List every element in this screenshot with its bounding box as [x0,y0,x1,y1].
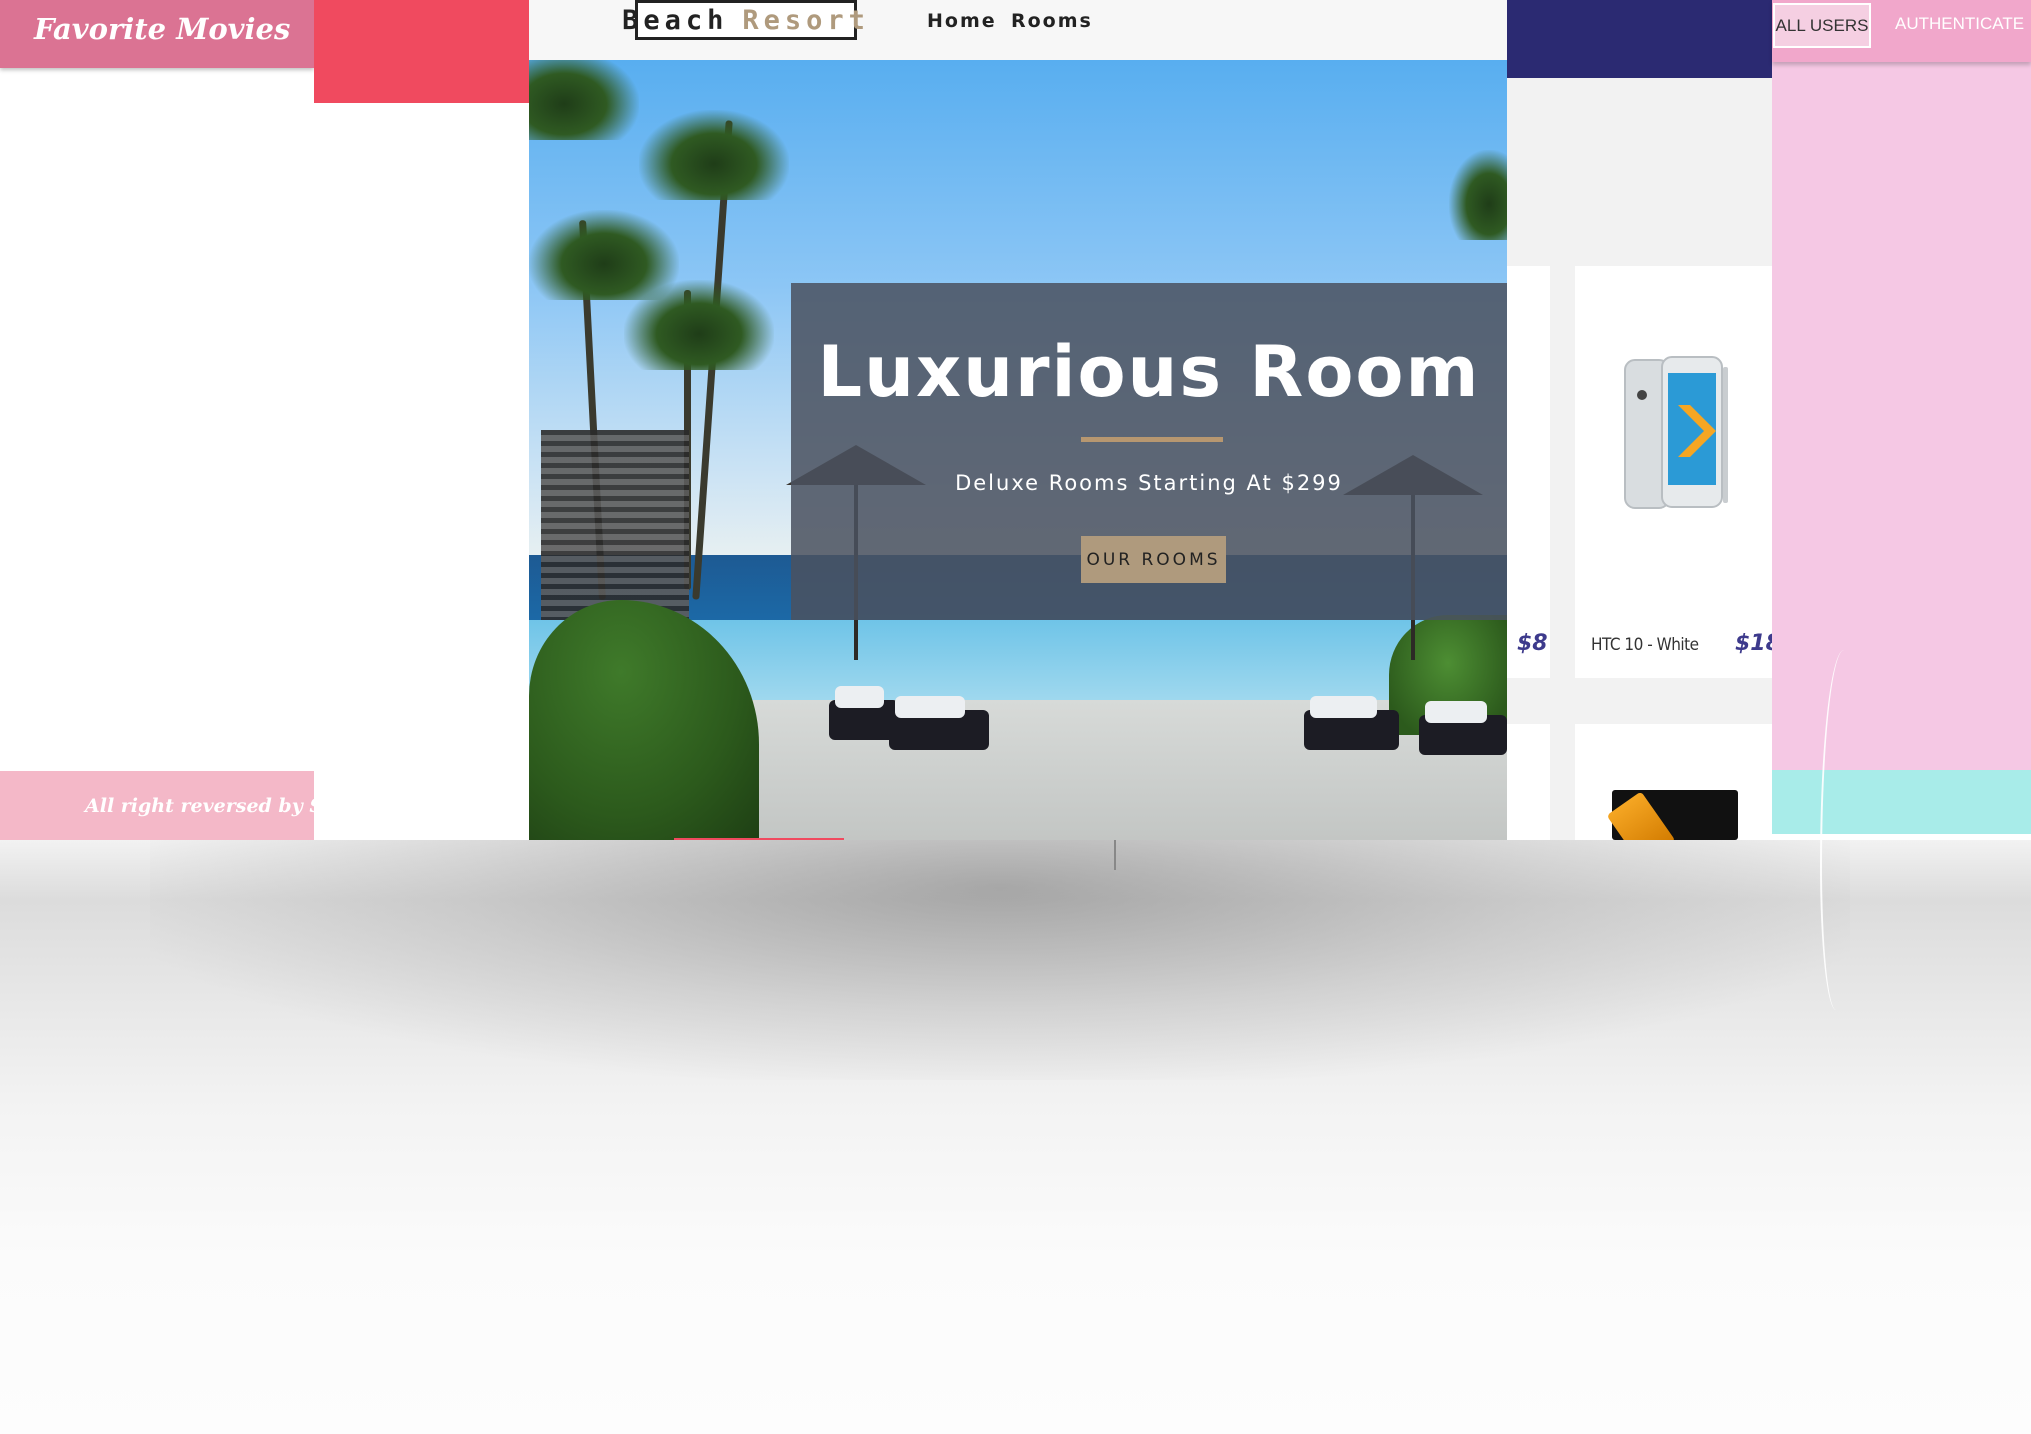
palm-fronds [639,110,789,200]
nav-link-home[interactable]: Home [927,10,997,32]
movies-header: Favorite Movies [0,0,314,68]
laptop-product-image [1612,790,1738,840]
admin-panel [1772,0,2031,770]
product-price: $8 [1517,631,1548,656]
cabana-structure [541,430,689,620]
movies-footer: All right reversed by Sehe [0,771,314,840]
movies-title[interactable]: Favorite Movies [34,12,290,46]
shop-navbar [1507,0,1772,78]
logo-word-resort: Resort [742,4,870,36]
text-cursor [1114,840,1116,870]
hero-title: Luxurious Room [817,331,1481,413]
logo-word-beach: Beach [622,4,729,36]
all-users-button[interactable]: ALL USERS [1773,3,1871,48]
resort-navbar: Beach Resort Home Rooms [529,0,1507,60]
phone-product-image [1624,356,1728,509]
palm-fronds [624,280,774,370]
sun-lounger [1304,696,1399,750]
sun-lounger [889,696,989,750]
beach-resort-logo[interactable]: Beach Resort [622,0,865,40]
product-name[interactable]: HTC 10 - White [1591,635,1699,655]
favorite-movies-window: Favorite Movies All right reversed by Se… [0,0,314,840]
movies-footer-text: All right reversed by Sehe [85,795,314,817]
teal-strip [1772,770,2031,834]
screenshot-collage: Favorite Movies All right reversed by Se… [0,0,2031,840]
our-rooms-button[interactable]: OUR ROOMS [1081,536,1226,583]
nav-link-rooms[interactable]: Rooms [1011,10,1093,32]
desk-shadow [150,840,1850,1080]
authenticate-link[interactable]: AUTHENTICATE [1895,14,2024,34]
beach-resort-window: Beach Resort Home Rooms Luxurious Room D… [529,0,1507,840]
sun-lounger [1419,701,1507,755]
palm-fronds [529,60,639,140]
hero-subtitle: Deluxe Rooms Starting At $299 [955,471,1343,495]
hero-overlay: Luxurious Room Deluxe Rooms Starting At … [791,283,1507,620]
red-color-block [314,0,529,103]
hero-divider [1081,437,1223,442]
hero-banner: Luxurious Room Deluxe Rooms Starting At … [529,60,1507,840]
palm-fronds [1449,150,1507,240]
